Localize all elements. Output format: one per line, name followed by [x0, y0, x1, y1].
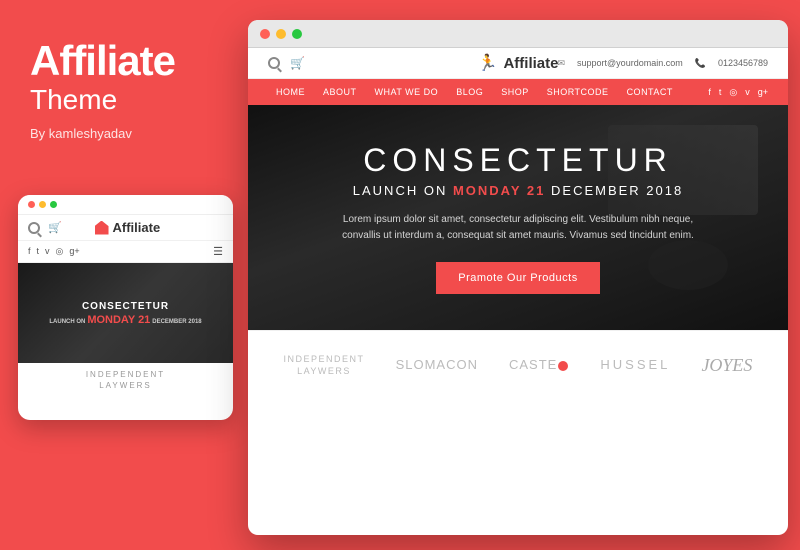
mobile-launch-suffix: DECEMBER 2018	[152, 319, 201, 325]
mobile-bottom-line1: INDEPENDENT	[86, 370, 165, 379]
mobile-dot-green	[50, 201, 57, 208]
nav-shop[interactable]: SHOP	[493, 79, 537, 105]
nav-vimeo-icon[interactable]: v	[745, 87, 750, 97]
mobile-logo-text: Affiliate	[113, 220, 161, 235]
nav-gplus-icon[interactable]: g+	[758, 87, 768, 97]
brand-title: Affiliate	[30, 40, 175, 82]
partner-slomacon: SLOMACON	[396, 357, 478, 374]
mobile-hero-title: CONSECTETUR	[28, 301, 223, 312]
nav-home[interactable]: HOME	[268, 79, 313, 105]
mobile-launch-prefix: LAUNCH ON	[49, 319, 85, 325]
vimeo-icon: v	[45, 246, 50, 257]
hero-subtitle-highlight: MONDAY 21	[453, 183, 545, 198]
gplus-icon: g+	[69, 246, 79, 257]
facebook-icon: f	[28, 246, 31, 257]
logo-person-icon: 🏃	[478, 53, 498, 73]
hero-title: CONSECTETUR	[338, 142, 698, 179]
mobile-logo: Affiliate	[95, 220, 161, 235]
partners-section: INDEPENDENTLAYWERS SLOMACON CASTE HUSSEL…	[248, 330, 788, 400]
mobile-launch-highlight: MONDAY 21	[87, 314, 150, 326]
phone-number: 0123456789	[718, 58, 768, 68]
mobile-brand-bottom: INDEPENDENT LAYWERS	[18, 363, 233, 397]
nav-instagram-icon[interactable]: ◎	[729, 87, 737, 98]
desktop-top-nav: 🛒 🏃 Affiliate ✉ support@yourdomain.com 📞…	[248, 48, 788, 79]
desktop-nav-right: ✉ support@yourdomain.com 📞 0123456789	[557, 58, 768, 69]
nav-about[interactable]: ABOUT	[315, 79, 365, 105]
email-icon: ✉	[557, 58, 565, 69]
hero-subtitle: LAUNCH ON MONDAY 21 DECEMBER 2018	[338, 183, 698, 198]
nav-shortcode[interactable]: SHORTCODE	[539, 79, 617, 105]
main-nav: HOME ABOUT WHAT WE DO BLOG SHOP SHORTCOD…	[248, 79, 788, 105]
nav-contact[interactable]: CONTACT	[619, 79, 681, 105]
desktop-logo-text: Affiliate	[503, 55, 558, 72]
hero-subtitle-prefix: LAUNCH ON	[353, 183, 448, 198]
mobile-titlebar	[18, 195, 233, 215]
desktop-logo: 🏃 Affiliate	[478, 53, 559, 73]
partner-independent: INDEPENDENTLAYWERS	[284, 354, 365, 377]
desktop-search-icon[interactable]	[268, 57, 280, 69]
desktop-mockup: 🛒 🏃 Affiliate ✉ support@yourdomain.com 📞…	[248, 20, 788, 535]
phone-icon: 📞	[695, 58, 706, 69]
desktop-cart-icon[interactable]: 🛒	[290, 56, 305, 70]
main-nav-links: HOME ABOUT WHAT WE DO BLOG SHOP SHORTCOD…	[268, 79, 681, 105]
mobile-dot-red	[28, 201, 35, 208]
mobile-search-icon	[28, 222, 40, 234]
titlebar-dot-green	[292, 29, 302, 39]
brand-by: By kamleshyadav	[30, 126, 132, 141]
mobile-bottom-line2: LAYWERS	[99, 381, 152, 390]
mobile-social-bar: f t v ◎ g+ ☰	[18, 241, 233, 263]
mobile-dot-yellow	[39, 201, 46, 208]
left-panel: Affiliate Theme By kamleshyadav 🛒 Affili…	[0, 0, 250, 550]
mobile-dots	[28, 201, 57, 208]
mobile-hero: CONSECTETUR LAUNCH ON MONDAY 21 DECEMBER…	[18, 263, 233, 363]
mobile-social-icons: f t v ◎ g+	[28, 246, 80, 257]
hero-section: CONSECTETUR LAUNCH ON MONDAY 21 DECEMBER…	[248, 105, 788, 330]
mobile-mockup: 🛒 Affiliate f t v ◎ g+ ☰ CONSECTETUR	[18, 195, 233, 420]
titlebar-dot-red	[260, 29, 270, 39]
hamburger-icon: ☰	[213, 245, 223, 258]
nav-blog[interactable]: BLOG	[448, 79, 491, 105]
nav-facebook-icon[interactable]: f	[708, 87, 711, 97]
mobile-brand-bottom-text: INDEPENDENT LAYWERS	[28, 369, 223, 391]
mobile-logo-icon	[95, 221, 109, 235]
main-nav-social: f t ◎ v g+	[708, 87, 768, 98]
desktop-titlebar	[248, 20, 788, 48]
desktop-nav-left: 🛒	[268, 56, 305, 70]
partner-joyes: Joyes	[701, 354, 752, 377]
mobile-cart-icon: 🛒	[48, 221, 62, 234]
hero-content: CONSECTETUR LAUNCH ON MONDAY 21 DECEMBER…	[338, 142, 698, 294]
partner-hussel: HUSSEL	[600, 357, 670, 374]
hero-subtitle-suffix: DECEMBER 2018	[551, 183, 683, 198]
hero-desc: Lorem ipsum dolor sit amet, consectetur …	[338, 212, 698, 244]
support-email: support@yourdomain.com	[577, 58, 683, 68]
partner-casted: CASTE	[509, 357, 569, 374]
mobile-hero-launch: LAUNCH ON MONDAY 21 DECEMBER 2018	[28, 314, 223, 326]
mobile-nav: 🛒 Affiliate	[18, 215, 233, 241]
instagram-icon: ◎	[56, 246, 64, 257]
nav-what-we-do[interactable]: WHAT WE DO	[367, 79, 447, 105]
brand-subtitle: Theme	[30, 84, 117, 116]
twitter-icon: t	[37, 246, 40, 257]
titlebar-dot-yellow	[276, 29, 286, 39]
mobile-hero-text: CONSECTETUR LAUNCH ON MONDAY 21 DECEMBER…	[28, 301, 223, 326]
nav-twitter-icon[interactable]: t	[719, 87, 722, 97]
mobile-nav-left: 🛒	[28, 221, 62, 234]
hero-cta-button[interactable]: Pramote Our Products	[436, 262, 599, 294]
partner-dot	[558, 361, 568, 371]
